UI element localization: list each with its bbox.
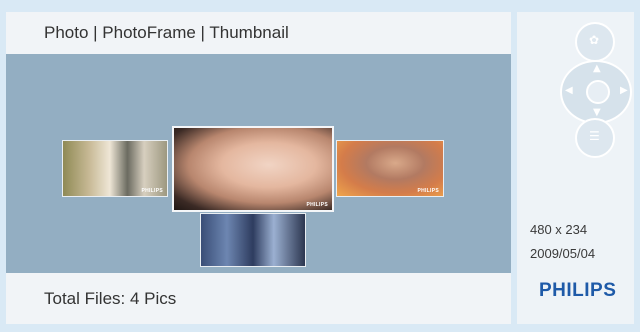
image-date: 2009/05/04 bbox=[530, 246, 596, 261]
menu-glyph-icon: ☰ bbox=[589, 129, 600, 143]
up-arrow-icon: ▲ bbox=[593, 63, 601, 74]
thumbnail-wedding[interactable]: PHILIPS bbox=[62, 140, 168, 197]
right-arrow-icon: ▶ bbox=[620, 85, 628, 96]
down-arrow-icon: ▼ bbox=[593, 107, 601, 118]
image-dimensions: 480 x 234 bbox=[530, 222, 588, 237]
thumbnail-brand: PHILIPS bbox=[417, 188, 439, 194]
thumbnail-brand: PHILIPS bbox=[141, 188, 163, 194]
side-panel bbox=[517, 12, 634, 324]
total-files-label: Total Files: 4 Pics bbox=[6, 273, 511, 324]
philips-logo: PHILIPS bbox=[539, 280, 617, 301]
thumbnail-girl[interactable]: PHILIPS bbox=[336, 140, 444, 197]
dpad-center-icon[interactable] bbox=[586, 80, 610, 104]
thumbnail-brand: PHILIPS bbox=[306, 202, 328, 208]
settings-glyph-icon: ✿ bbox=[589, 33, 600, 47]
breadcrumb: Photo | PhotoFrame | Thumbnail bbox=[6, 12, 511, 54]
left-arrow-icon: ◀ bbox=[565, 85, 573, 96]
thumbnail-baby[interactable]: PHILIPS bbox=[172, 126, 334, 212]
thumbnail-graduation[interactable] bbox=[200, 213, 306, 267]
